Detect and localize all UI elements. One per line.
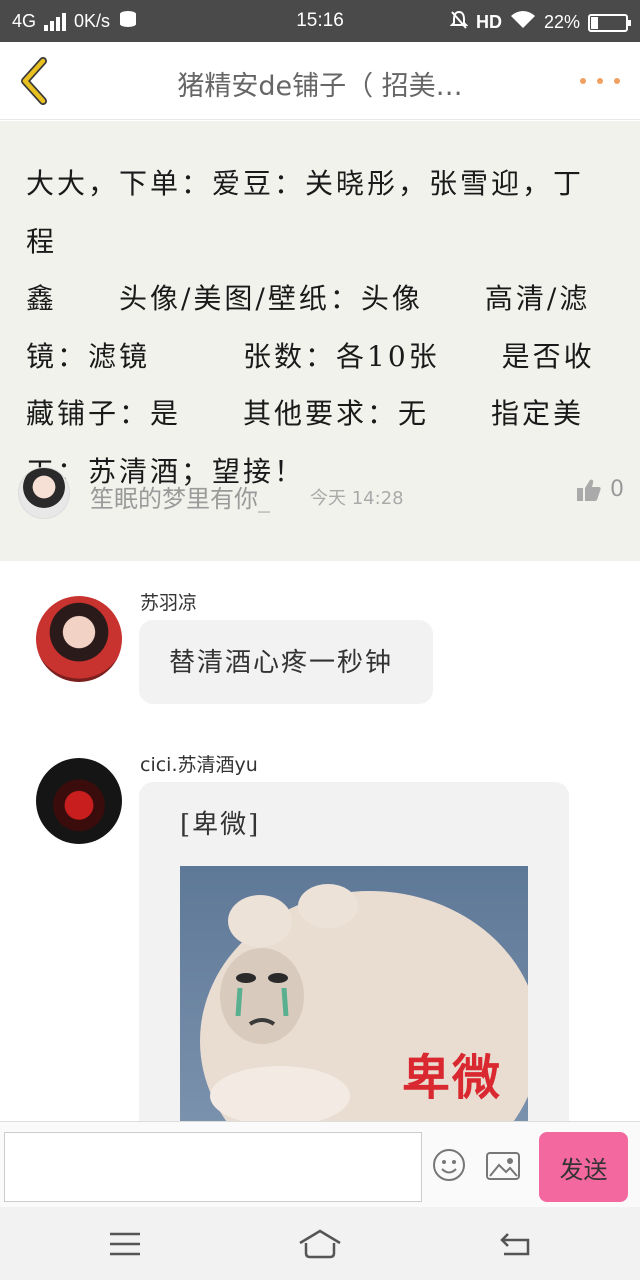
menu-button[interactable] bbox=[103, 1227, 147, 1261]
emoji-icon bbox=[433, 1149, 465, 1181]
author-avatar[interactable] bbox=[18, 467, 70, 519]
system-nav-bar bbox=[0, 1207, 640, 1280]
send-button[interactable]: 发送 bbox=[539, 1132, 628, 1202]
commenter-avatar[interactable] bbox=[36, 758, 122, 844]
commenter-name[interactable]: 苏羽凉 bbox=[140, 588, 197, 615]
commenter-name[interactable]: cici.苏清酒yu bbox=[140, 750, 258, 777]
back-arrow-icon bbox=[21, 57, 47, 105]
post-line: 鑫 头像/美图/壁纸：头像 高清/滤 bbox=[26, 282, 591, 315]
comment-input-bar: 发送 bbox=[0, 1121, 640, 1207]
comment-bubble: [卑微] 卑微 bbox=[139, 782, 569, 1126]
image-button[interactable] bbox=[486, 1152, 520, 1180]
thumbs-up-icon bbox=[577, 479, 601, 501]
home-icon bbox=[299, 1229, 341, 1259]
back-button[interactable] bbox=[12, 56, 56, 106]
comment-bubble: 替清酒心疼一秒钟 bbox=[139, 620, 433, 704]
comment-text: [卑微] bbox=[180, 810, 261, 840]
post: 大大，下单：爱豆：关晓彤，张雪迎，丁程 鑫 头像/美图/壁纸：头像 高清/滤 镜… bbox=[0, 121, 640, 561]
status-bar: 4G 0K/s 15:16 HD 22% bbox=[0, 0, 640, 42]
author-name[interactable]: 笙眠的梦里有你_ bbox=[90, 479, 270, 514]
mute-bell-icon bbox=[449, 10, 469, 35]
back-nav-button[interactable] bbox=[494, 1227, 538, 1261]
post-line: 大大，下单：爱豆：关晓彤，张雪迎，丁程 bbox=[26, 167, 585, 258]
image-icon bbox=[486, 1152, 520, 1180]
more-menu-button[interactable] bbox=[580, 68, 620, 94]
post-meta: 笙眠的梦里有你_ 今天 14:28 0 bbox=[18, 467, 624, 519]
hd-label: HD bbox=[475, 12, 502, 32]
sticker-caption: 卑微 bbox=[402, 1050, 503, 1106]
battery-icon bbox=[588, 13, 631, 32]
post-line: 藏铺子：是 其他要求：无 指定美 bbox=[26, 397, 585, 430]
battery-percent: 22% bbox=[543, 12, 580, 32]
post-line: 镜：滤镜 张数：各10张 是否收 bbox=[26, 339, 595, 373]
wifi-icon bbox=[510, 10, 536, 35]
post-time: 今天 14:28 bbox=[310, 488, 404, 509]
comment-input[interactable] bbox=[4, 1132, 422, 1202]
commenter-avatar[interactable] bbox=[36, 596, 122, 682]
post-body: 大大，下单：爱豆：关晓彤，张雪迎，丁程 鑫 头像/美图/壁纸：头像 高清/滤 镜… bbox=[26, 155, 614, 500]
emoji-button[interactable] bbox=[432, 1148, 466, 1182]
comment-item: cici.苏清酒yu [卑微] 卑微 bbox=[0, 721, 640, 1126]
header: 猪精安de铺子（ 招美… bbox=[0, 42, 640, 120]
sticker-image[interactable]: 卑微 bbox=[180, 866, 528, 1126]
comment-text: 替清酒心疼一秒钟 bbox=[169, 648, 394, 678]
page-title: 猪精安de铺子（ 招美… bbox=[177, 71, 463, 102]
like-count: 0 bbox=[610, 477, 624, 502]
return-icon bbox=[500, 1233, 530, 1256]
menu-icon bbox=[110, 1232, 140, 1256]
comment-item: 苏羽凉 替清酒心疼一秒钟 bbox=[0, 561, 640, 721]
like-button[interactable]: 0 bbox=[576, 477, 624, 502]
home-button[interactable] bbox=[298, 1227, 342, 1261]
